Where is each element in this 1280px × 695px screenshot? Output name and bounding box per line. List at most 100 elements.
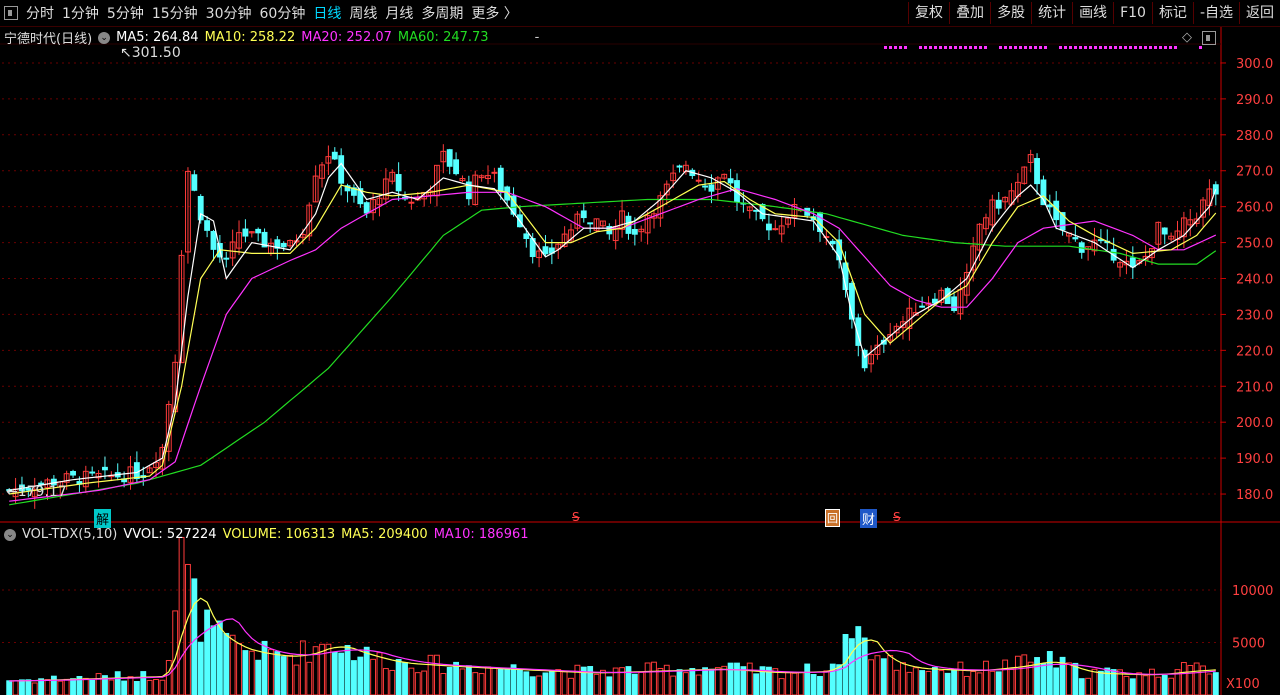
func-button-5[interactable]: F10 (1113, 2, 1152, 24)
s-marker-2[interactable]: S (893, 510, 901, 524)
volume-bar-113 (727, 662, 734, 695)
volume-bar-189 (1212, 672, 1219, 695)
signal-dot (924, 46, 927, 49)
volume-bar-40 (261, 640, 268, 695)
window-restore-icon[interactable] (4, 6, 18, 20)
signal-dot (984, 46, 987, 49)
candle-body-176 (1129, 257, 1136, 268)
volume-bar-148 (951, 669, 957, 695)
volume-bar-82 (529, 676, 536, 695)
candle-body-51 (331, 151, 338, 160)
func-button-8[interactable]: 返回 (1239, 2, 1280, 24)
signal-dot (1044, 46, 1047, 49)
func-button-6[interactable]: 标记 (1151, 2, 1193, 24)
func-button-4[interactable]: 画线 (1072, 2, 1113, 24)
volume-bar-8 (57, 680, 64, 695)
s-marker-1[interactable]: S (572, 510, 580, 524)
period-tab-1[interactable]: 1分钟 (62, 3, 99, 23)
period-tab-7[interactable]: 周线 (349, 3, 377, 23)
volume-bar-57 (370, 658, 377, 695)
signal-dot (959, 46, 962, 49)
func-button-3[interactable]: 统计 (1031, 2, 1072, 24)
indicator-dropdown-icon[interactable]: ⌄ (98, 31, 111, 44)
period-tab-9[interactable]: 多周期 (421, 3, 463, 23)
volume-bar-62 (402, 662, 408, 695)
signal-dot (1019, 46, 1022, 49)
volume-bar-159 (1021, 654, 1028, 695)
volume-bar-112 (721, 665, 728, 695)
volume-bar-0 (6, 680, 13, 695)
candle-body-129 (829, 240, 836, 245)
period-tab-5[interactable]: 60分钟 (260, 3, 306, 23)
volume-bar-44 (287, 654, 294, 695)
signal-dot (1029, 46, 1032, 49)
signal-dot (1089, 46, 1092, 49)
func-button-2[interactable]: 多股 (990, 2, 1031, 24)
volume-bar-128 (823, 670, 830, 695)
unlock-marker[interactable]: 解 (94, 509, 112, 528)
volume-bar-47 (306, 661, 313, 695)
volume-bar-172 (1104, 667, 1111, 695)
volume-bar-63 (408, 667, 415, 695)
kline-chart[interactable]: 180.0 190.0 200.0 210.0 220.0 230.0 240.0 250.0… (0, 0, 1280, 695)
volume-bar-1 (12, 680, 19, 695)
candle-body-108 (695, 179, 702, 182)
volume-bar-99 (638, 671, 645, 695)
volume-bar-46 (299, 640, 306, 695)
period-tab-10[interactable]: 更多 〉 (471, 3, 517, 23)
volume-bar-36 (236, 642, 242, 695)
volume-bar-7 (50, 675, 57, 695)
volume-value: 106313 (285, 527, 336, 542)
replay-marker[interactable]: 回 (825, 509, 840, 527)
volume-bar-153 (983, 660, 989, 695)
volume-bar-135 (868, 659, 874, 695)
volume-bar-142 (912, 667, 919, 695)
volume-bar-29 (191, 578, 198, 695)
volume-bar-85 (548, 671, 555, 695)
volume-bar-137 (880, 658, 887, 695)
volume-bar-158 (1014, 655, 1021, 695)
func-button-1[interactable]: 叠加 (949, 2, 990, 24)
stock-name[interactable]: 宁德时代(日线) (4, 28, 92, 47)
volume-bar-157 (1008, 669, 1015, 695)
volume-bar-122 (785, 671, 791, 695)
func-button-0[interactable]: 复权 (908, 2, 949, 24)
volume-bar-38 (248, 650, 255, 695)
period-tab-6[interactable]: 日线 (313, 3, 341, 23)
volume-bar-152 (976, 672, 983, 695)
volume-bar-147 (944, 672, 951, 695)
report-marker[interactable]: 财 (860, 509, 878, 528)
volume-bar-184 (1180, 662, 1187, 695)
volume-bar-64 (414, 672, 421, 695)
signal-dot (1114, 46, 1117, 49)
volume-bar-167 (1072, 662, 1079, 695)
volume-bar-24 (159, 679, 166, 695)
volume-bar-178 (1142, 675, 1149, 695)
diamond-icon[interactable]: ◇ (1182, 30, 1192, 45)
volume-bar-69 (446, 666, 453, 695)
candle-body-31 (204, 220, 211, 231)
signal-dot (1094, 46, 1097, 49)
period-tab-8[interactable]: 月线 (385, 3, 413, 23)
candle-body-76 (491, 171, 498, 174)
panel-toggle-icon[interactable] (1202, 31, 1216, 45)
period-tab-3[interactable]: 15分钟 (152, 3, 198, 23)
volume-bar-68 (440, 672, 447, 695)
period-tab-4[interactable]: 30分钟 (206, 3, 252, 23)
volume-indicator-icon[interactable]: ⌄ (4, 528, 16, 541)
signal-dot (1079, 46, 1082, 49)
price-tick-label-2: 200.0 (1236, 416, 1273, 431)
volume-bar-186 (1193, 662, 1200, 695)
volume-bar-58 (376, 652, 383, 695)
price-tick-label-5: 230.0 (1236, 308, 1273, 323)
period-tab-0[interactable]: 分时 (26, 3, 54, 23)
volume-bar-13 (89, 679, 96, 695)
volume-bar-124 (797, 671, 804, 695)
func-button-7[interactable]: -自选 (1192, 2, 1239, 24)
volume-legend: ⌄ VOL-TDX(5,10) VVOL: 527224 VOLUME: 106… (4, 527, 529, 542)
volume-bar-10 (70, 678, 76, 695)
volume-bar-55 (357, 656, 364, 695)
vol-indicator-name[interactable]: VOL-TDX(5,10) (22, 527, 117, 542)
period-tab-2[interactable]: 5分钟 (107, 3, 144, 23)
ma60-value: 247.73 (443, 30, 489, 45)
